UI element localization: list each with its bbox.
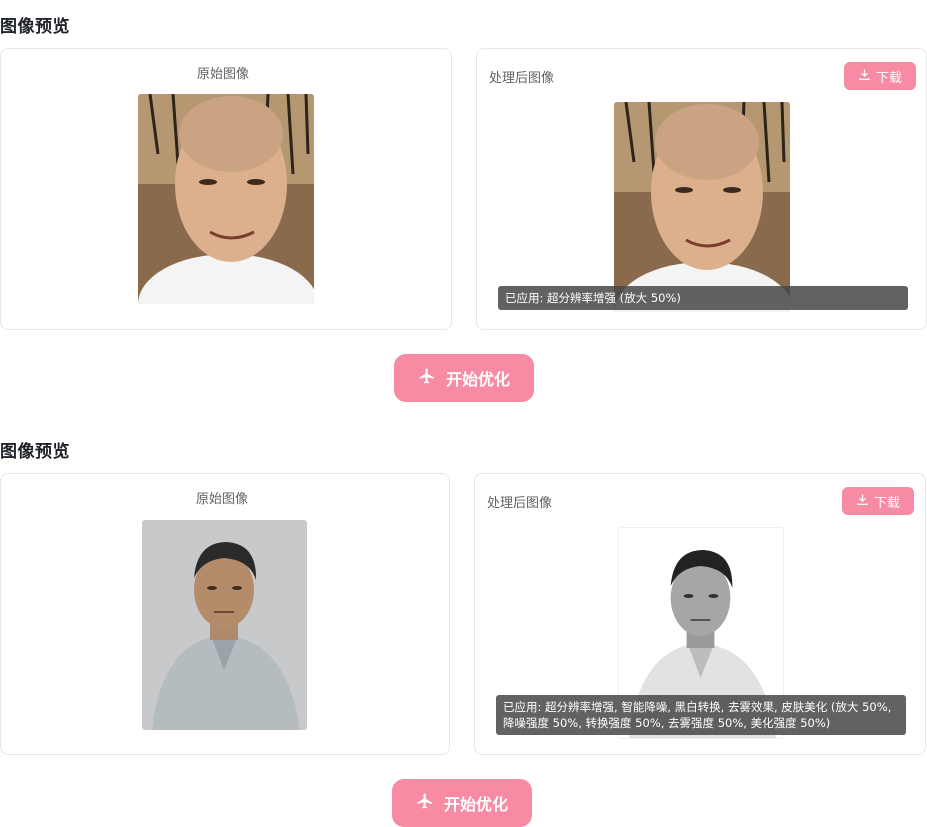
airplane-icon	[416, 792, 434, 814]
download-button-label: 下载	[873, 495, 900, 511]
download-icon	[856, 493, 869, 510]
original-image-label: 原始图像	[196, 492, 249, 507]
processed-image-card: 处理后图像 下载 已应用: 超分辨率增强, 智能降噪, 黑白转换, 去雾效果, …	[474, 473, 926, 755]
preview-section-2: 图像预览 原始图像 处理后图像 下载 已应用: 超分辨率增强, 智能降噪, 黑白…	[0, 425, 927, 827]
processed-image-card: 处理后图像 下载 已应用: 超分辨率增强 (放大 50%)	[476, 48, 927, 330]
applied-effects-overlay: 已应用: 超分辨率增强, 智能降噪, 黑白转换, 去雾效果, 皮肤美化 (放大 …	[496, 695, 906, 735]
original-image-card: 原始图像	[0, 473, 450, 755]
processed-image-label: 处理后图像	[489, 71, 555, 86]
section-title: 图像预览	[0, 17, 70, 37]
original-image-label: 原始图像	[197, 67, 250, 82]
start-optimize-button[interactable]: 开始优化	[392, 779, 532, 827]
processed-image-label: 处理后图像	[487, 496, 553, 511]
preview-section-1: 图像预览 原始图像 处理后图像 下载 已应用: 超分辨率增强 (放大 50%) …	[0, 0, 927, 410]
processed-image	[614, 102, 790, 312]
download-button-label: 下载	[875, 70, 902, 86]
airplane-icon	[418, 367, 436, 389]
download-icon	[858, 68, 871, 85]
start-optimize-button[interactable]: 开始优化	[394, 354, 534, 402]
section-title: 图像预览	[0, 442, 70, 462]
start-optimize-label: 开始优化	[443, 795, 508, 814]
download-button[interactable]: 下载	[842, 487, 914, 515]
download-button[interactable]: 下载	[844, 62, 916, 90]
applied-effects-overlay: 已应用: 超分辨率增强 (放大 50%)	[498, 286, 908, 310]
original-image	[142, 520, 307, 730]
original-image	[138, 94, 314, 304]
start-optimize-label: 开始优化	[445, 370, 510, 389]
original-image-card: 原始图像	[0, 48, 452, 330]
